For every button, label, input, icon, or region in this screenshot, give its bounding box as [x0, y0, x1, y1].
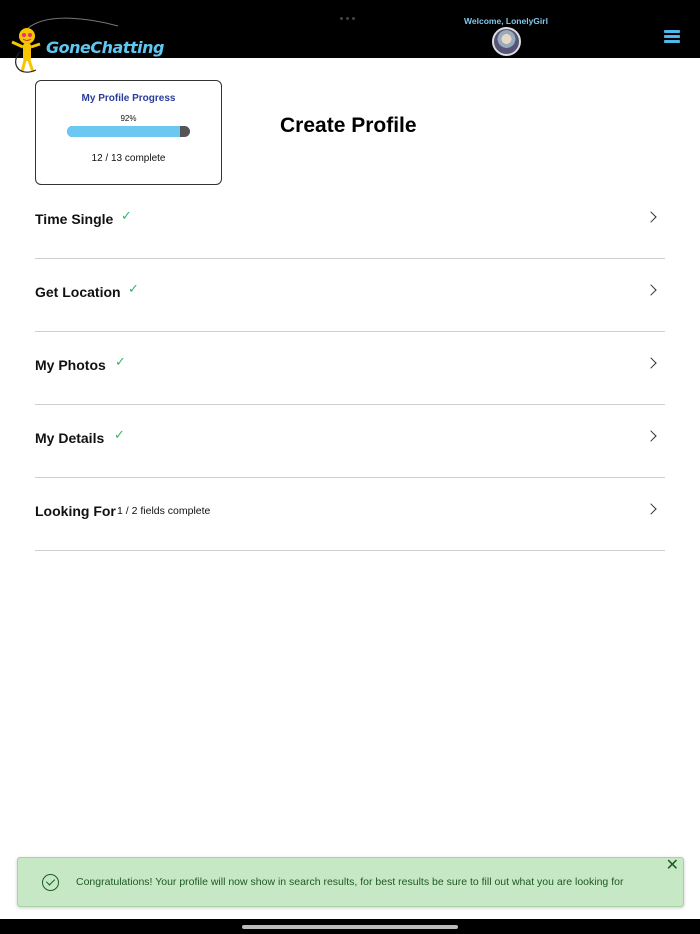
chevron-right-icon	[645, 284, 657, 296]
section-time-single[interactable]: Time Single ✓	[35, 186, 665, 259]
success-toast: Congratulations! Your profile will now s…	[17, 857, 684, 907]
user-avatar[interactable]	[492, 27, 521, 56]
progress-title: My Profile Progress	[81, 93, 176, 104]
check-icon: ✓	[128, 281, 139, 296]
progress-count: 12 / 13 complete	[91, 153, 166, 164]
section-my-photos[interactable]: My Photos ✓	[35, 332, 665, 405]
close-icon[interactable]: ✕	[666, 858, 679, 874]
profile-progress-card: My Profile Progress 92% 12 / 13 complete	[35, 80, 222, 185]
logo-text: GoneChatting	[46, 38, 164, 57]
bottom-bar	[0, 919, 700, 934]
welcome-text: Welcome, LonelyGirl	[464, 16, 548, 26]
top-bar: GoneChatting Welcome, LonelyGirl	[0, 0, 700, 73]
check-circle-icon	[42, 874, 59, 891]
check-icon: ✓	[114, 427, 125, 442]
app-logo[interactable]: GoneChatting	[6, 12, 164, 76]
home-indicator[interactable]	[242, 925, 458, 929]
section-label: Time Single	[35, 211, 114, 227]
section-status-text: 1 / 2 fields complete	[117, 505, 211, 517]
toast-message: Congratulations! Your profile will now s…	[76, 876, 624, 888]
progress-bar	[67, 126, 190, 137]
section-label: My Details	[35, 430, 105, 446]
multitask-dots	[340, 7, 360, 20]
page-title: Create Profile	[280, 114, 417, 137]
chevron-right-icon	[645, 503, 657, 515]
section-label: Looking For	[35, 503, 116, 519]
check-icon: ✓	[115, 354, 126, 369]
section-get-location[interactable]: Get Location ✓	[35, 259, 665, 332]
hamburger-menu-icon[interactable]	[664, 30, 680, 43]
chevron-right-icon	[645, 211, 657, 223]
section-label: Get Location	[35, 284, 121, 300]
progress-bar-fill	[67, 126, 181, 137]
chevron-right-icon	[645, 357, 657, 369]
section-label: My Photos	[35, 357, 106, 373]
section-looking-for[interactable]: Looking For 1 / 2 fields complete	[35, 478, 665, 551]
progress-percent: 92%	[120, 114, 137, 123]
chevron-right-icon	[645, 430, 657, 442]
check-icon: ✓	[121, 208, 132, 223]
section-my-details[interactable]: My Details ✓	[35, 405, 665, 478]
